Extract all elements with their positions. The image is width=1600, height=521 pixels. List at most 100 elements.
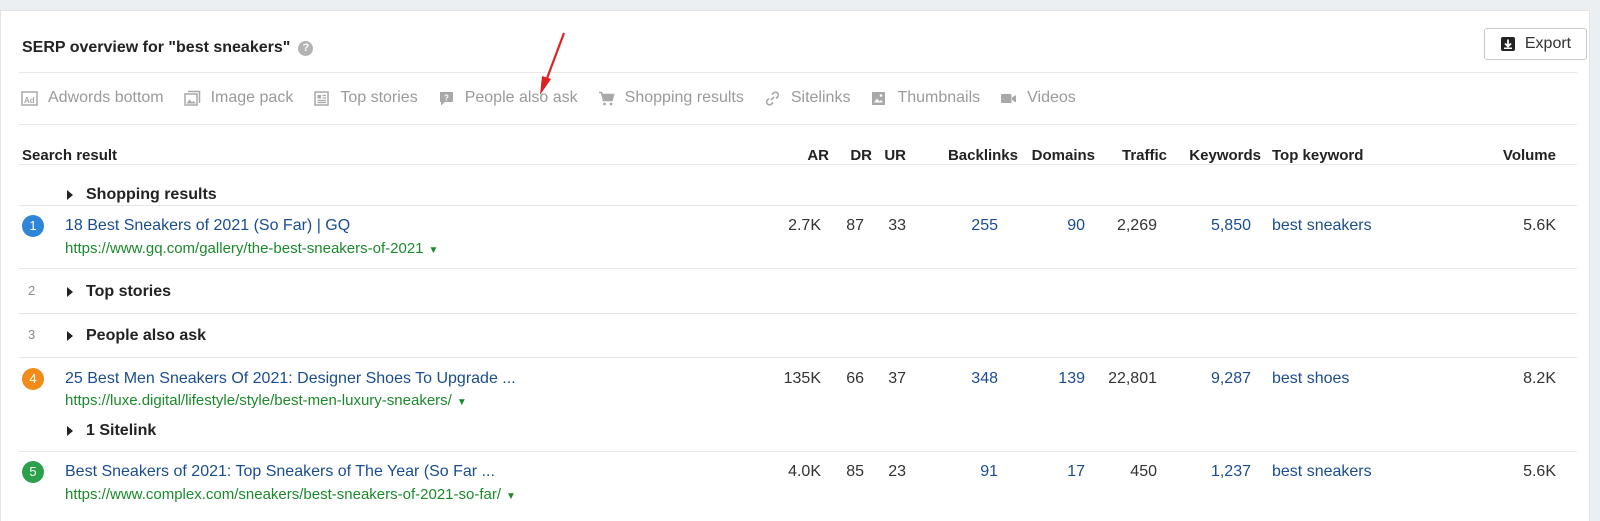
expander-label: Top stories: [86, 283, 172, 300]
backlinks-link[interactable]: 255: [971, 217, 998, 235]
position-badge: 1: [22, 215, 44, 237]
volume-value: 8.2K: [1523, 370, 1556, 387]
feature-label: Thumbnails: [897, 89, 981, 106]
result-url-link[interactable]: https://luxe.digital/lifestyle/style/bes…: [65, 392, 467, 409]
row-divider: [19, 313, 1577, 314]
feature-shopping-results[interactable]: Shopping results: [598, 89, 744, 107]
result-title-link[interactable]: Best Sneakers of 2021: Top Sneakers of T…: [65, 463, 495, 481]
feature-top-stories[interactable]: Top stories: [313, 89, 418, 107]
domains-link[interactable]: 90: [1067, 217, 1085, 235]
position-badge: 4: [22, 368, 44, 390]
domains-link[interactable]: 139: [1058, 370, 1085, 388]
newspaper-icon: [314, 90, 330, 106]
result-url-link[interactable]: https://www.complex.com/sneakers/best-sn…: [65, 486, 516, 503]
keywords-link[interactable]: 9,287: [1211, 370, 1251, 388]
people-also-ask-expander[interactable]: People also ask: [67, 327, 206, 345]
link-icon: [765, 90, 779, 106]
result-title-link[interactable]: 18 Best Sneakers of 2021 (So Far) | GQ: [65, 217, 350, 235]
position-number: 3: [28, 327, 36, 342]
traffic-value: 22,801: [1108, 370, 1157, 387]
row-divider: [19, 268, 1577, 269]
feature-image-pack[interactable]: Image pack: [183, 89, 294, 107]
feature-label: Image pack: [210, 89, 294, 106]
col-dr[interactable]: DR: [850, 147, 872, 164]
expander-label: Shopping results: [86, 186, 217, 203]
ad-icon: Ad: [21, 90, 38, 106]
col-ar[interactable]: AR: [807, 147, 829, 164]
export-label: Export: [1524, 35, 1572, 52]
feature-label: Shopping results: [624, 89, 744, 106]
expander-label: 1 Sitelink: [86, 422, 157, 439]
row-divider: [19, 164, 1577, 165]
panel-header: SERP overview for "best sneakers" ?: [22, 39, 314, 57]
url-dropdown-caret-icon[interactable]: ▼: [429, 245, 439, 256]
ur-value: 33: [888, 217, 906, 234]
feature-adwords-bottom[interactable]: Ad Adwords bottom: [21, 89, 164, 107]
backlinks-link[interactable]: 348: [971, 370, 998, 388]
col-keywords[interactable]: Keywords: [1189, 147, 1261, 164]
volume-value: 5.6K: [1523, 463, 1556, 480]
col-traffic[interactable]: Traffic: [1122, 147, 1167, 164]
top-keyword-link[interactable]: best sneakers: [1272, 217, 1372, 235]
keywords-link[interactable]: 1,237: [1211, 463, 1251, 481]
top-keyword-link[interactable]: best sneakers: [1272, 463, 1372, 481]
result-url-link[interactable]: https://www.gq.com/gallery/the-best-snea…: [65, 240, 438, 257]
url-dropdown-caret-icon[interactable]: ▼: [457, 397, 467, 408]
annotation-arrow: [540, 32, 566, 95]
backlinks-link[interactable]: 91: [980, 463, 998, 481]
row-divider: [19, 451, 1577, 452]
dr-value: 66: [846, 370, 864, 387]
thumbnail-icon: [872, 91, 886, 105]
top-stories-expander[interactable]: Top stories: [67, 283, 171, 301]
ur-value: 23: [888, 463, 906, 480]
feature-label: Top stories: [340, 89, 418, 106]
dr-value: 85: [846, 463, 864, 480]
url-text: https://www.complex.com/sneakers/best-sn…: [65, 486, 502, 503]
dr-value: 87: [846, 217, 864, 234]
url-text: https://www.gq.com/gallery/the-best-snea…: [65, 240, 424, 257]
expander-label: People also ask: [86, 327, 207, 344]
ar-value: 4.0K: [788, 463, 821, 480]
feature-label: Adwords bottom: [48, 89, 164, 106]
header-divider: [19, 72, 1577, 73]
top-keyword-link[interactable]: best shoes: [1272, 370, 1349, 388]
expand-triangle-icon: [67, 331, 73, 341]
volume-value: 5.6K: [1523, 217, 1556, 234]
expand-triangle-icon: [67, 426, 73, 436]
result-title-link[interactable]: 25 Best Men Sneakers Of 2021: Designer S…: [65, 370, 516, 388]
features-divider: [19, 124, 1577, 125]
feature-thumbnails[interactable]: Thumbnails: [870, 89, 980, 107]
feature-videos[interactable]: Videos: [1000, 89, 1076, 107]
ur-value: 37: [888, 370, 906, 387]
col-ur[interactable]: UR: [884, 147, 906, 164]
sitelink-expander[interactable]: 1 Sitelink: [67, 422, 156, 440]
help-icon[interactable]: ?: [298, 40, 314, 56]
video-camera-icon: [1001, 93, 1017, 103]
expand-triangle-icon: [67, 190, 73, 200]
col-top-keyword[interactable]: Top keyword: [1272, 147, 1363, 164]
col-search-result[interactable]: Search result: [22, 147, 117, 164]
shopping-results-expander[interactable]: Shopping results: [67, 186, 217, 204]
position-badge: 5: [22, 461, 44, 483]
download-icon: [1500, 37, 1515, 51]
position-number: 2: [28, 283, 36, 298]
url-dropdown-caret-icon[interactable]: ▼: [506, 491, 516, 502]
ar-value: 2.7K: [788, 217, 821, 234]
svg-text:Ad: Ad: [24, 96, 35, 105]
domains-link[interactable]: 17: [1067, 463, 1085, 481]
feature-label: Sitelinks: [790, 89, 851, 106]
keywords-link[interactable]: 5,850: [1211, 217, 1251, 235]
svg-text:?: ?: [444, 93, 449, 102]
col-volume[interactable]: Volume: [1503, 147, 1556, 164]
row-divider: [19, 205, 1577, 206]
traffic-value: 2,269: [1116, 217, 1157, 234]
feature-label: Videos: [1027, 89, 1076, 106]
page-title: SERP overview for "best sneakers": [22, 39, 291, 56]
question-bubble-icon: ?: [439, 91, 453, 105]
feature-sitelinks[interactable]: Sitelinks: [764, 89, 851, 107]
col-backlinks[interactable]: Backlinks: [948, 147, 1018, 164]
export-button[interactable]: Export: [1484, 28, 1587, 60]
col-domains[interactable]: Domains: [1032, 147, 1095, 164]
expand-triangle-icon: [67, 287, 73, 297]
serp-overview-panel: SERP overview for "best sneakers" ? Expo…: [0, 10, 1590, 521]
